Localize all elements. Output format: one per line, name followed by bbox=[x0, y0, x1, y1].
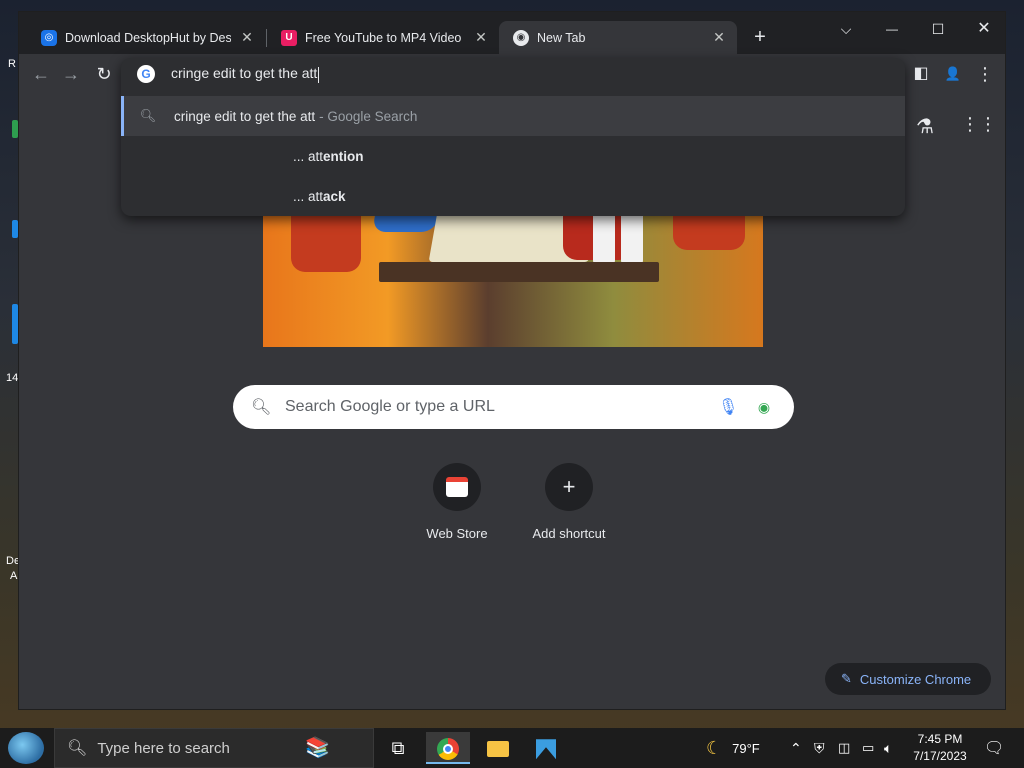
customize-label: Customize Chrome bbox=[859, 671, 972, 687]
customize-chrome-button[interactable]: ✎ Customize Chrome bbox=[825, 663, 991, 695]
youtube-converter-icon: U bbox=[281, 29, 297, 46]
suggestion-attention[interactable]: ... att ention bbox=[121, 136, 905, 176]
suggestion-search[interactable]: 🔍︎ cringe edit to get the att - Google S… bbox=[121, 96, 905, 136]
suggestion-description: - Google Search bbox=[319, 108, 418, 124]
search-highlight-icon: 📚 bbox=[305, 737, 330, 759]
moon-icon: ☾ bbox=[706, 737, 723, 758]
tab-strip: ◎ Download DesktopHut by Desktop ✕ U Fre… bbox=[19, 12, 1005, 54]
tab-new-tab[interactable]: ◉ New Tab ✕ bbox=[499, 21, 737, 54]
tab-youtube-converter[interactable]: U Free YouTube to MP4 Video Dow ✕ bbox=[267, 21, 499, 54]
close-icon[interactable]: ✕ bbox=[473, 29, 489, 46]
volume-muted-icon[interactable]: 🔈︎ bbox=[884, 728, 892, 768]
start-button[interactable] bbox=[8, 732, 44, 764]
shortcut-label: Web Store bbox=[426, 526, 488, 541]
profile-button[interactable]: 👤 bbox=[941, 62, 965, 86]
chrome-window: ◎ Download DesktopHut by Desktop ✕ U Fre… bbox=[18, 11, 1006, 710]
pencil-icon: ✎ bbox=[841, 671, 852, 686]
video-editor-icon[interactable] bbox=[524, 732, 568, 764]
microphone-icon[interactable]: 🎙︎ bbox=[718, 397, 738, 417]
chrome-icon[interactable] bbox=[426, 732, 470, 764]
desktop-icon[interactable] bbox=[0, 304, 18, 344]
task-view-icon[interactable]: ⧉ bbox=[376, 732, 420, 764]
network-icon[interactable]: ▭ bbox=[862, 728, 874, 768]
reload-button[interactable]: ↻ bbox=[92, 62, 116, 86]
omnibox-dropdown: G cringe edit to get the att 🔍︎ cringe e… bbox=[121, 58, 905, 216]
apps-grid-icon[interactable]: ⋮⋮⋮ bbox=[961, 114, 1005, 138]
taskbar-search-placeholder: Type here to search bbox=[97, 739, 230, 757]
doodle-shape bbox=[379, 262, 659, 282]
forward-button[interactable]: → bbox=[59, 62, 83, 86]
tab-search-button[interactable]: ⌵ bbox=[823, 16, 869, 44]
security-icon[interactable]: ⛨ bbox=[814, 728, 825, 768]
web-store-icon bbox=[433, 463, 481, 511]
close-icon[interactable]: ✕ bbox=[239, 29, 255, 46]
weather-widget[interactable]: ☾ 79°F bbox=[706, 728, 760, 768]
suggestion-prefix: ... att bbox=[293, 188, 324, 204]
flask-icon[interactable]: ⚗ bbox=[913, 114, 937, 138]
google-icon: G bbox=[137, 65, 155, 83]
clock-date: 7/17/2023 bbox=[913, 749, 967, 763]
window-close-button[interactable]: ✕ bbox=[961, 16, 1005, 44]
suggestion-completion: ack bbox=[323, 188, 346, 204]
address-bar[interactable]: G cringe edit to get the att bbox=[121, 58, 905, 90]
weather-temp: 79°F bbox=[732, 740, 760, 756]
meet-now-icon[interactable]: ◫ bbox=[838, 728, 850, 768]
desktop-icon[interactable] bbox=[0, 220, 18, 238]
taskbar: 🔍︎ Type here to search 📚 ⧉ ☾ 79°F ⌃ ⛨ ◫ … bbox=[0, 728, 1024, 768]
plus-icon: + bbox=[545, 463, 593, 511]
search-icon: 🔍︎ bbox=[139, 108, 157, 123]
google-lens-icon[interactable]: ◉ bbox=[754, 399, 774, 416]
address-bar-text[interactable]: cringe edit to get the att bbox=[171, 65, 320, 83]
chrome-menu-button[interactable]: ⋮ bbox=[973, 62, 997, 86]
minimize-button[interactable]: — bbox=[869, 16, 915, 44]
search-icon: 🔍︎ bbox=[251, 399, 272, 416]
suggestion-prefix: ... att bbox=[293, 148, 324, 164]
desktophut-icon: ◎ bbox=[41, 29, 57, 46]
search-icon: 🔍︎ bbox=[67, 740, 88, 757]
tab-title: Free YouTube to MP4 Video Dow bbox=[305, 30, 465, 45]
clock-time: 7:45 PM bbox=[917, 732, 963, 746]
show-hidden-icons-button[interactable]: ⌃ bbox=[790, 728, 802, 768]
desktop-icon[interactable] bbox=[0, 120, 18, 138]
notifications-icon[interactable]: 🗨︎ bbox=[984, 728, 1004, 768]
new-tab-button[interactable]: + bbox=[749, 26, 771, 48]
tab-title: Download DesktopHut by Desktop bbox=[65, 30, 231, 45]
suggestion-completion: ention bbox=[323, 148, 364, 164]
tab-desktophut[interactable]: ◎ Download DesktopHut by Desktop ✕ bbox=[27, 21, 265, 54]
close-icon[interactable]: ✕ bbox=[711, 29, 727, 46]
shortcut-label: Add shortcut bbox=[532, 526, 606, 541]
back-button[interactable]: ← bbox=[29, 62, 53, 86]
side-panel-button[interactable]: ◧ bbox=[909, 62, 933, 86]
system-clock[interactable]: 7:45 PM 7/17/2023 bbox=[904, 731, 976, 765]
suggestion-attack[interactable]: ... att ack bbox=[121, 176, 905, 216]
maximize-button[interactable]: ☐ bbox=[915, 16, 961, 44]
tab-title: New Tab bbox=[537, 30, 586, 45]
shortcut-add[interactable]: + Add shortcut bbox=[513, 463, 625, 541]
ntp-search-input[interactable] bbox=[285, 398, 718, 416]
file-explorer-icon[interactable] bbox=[476, 732, 520, 764]
ntp-search-box[interactable]: 🔍︎ 🎙︎ ◉ bbox=[233, 385, 794, 429]
taskbar-search-box[interactable]: 🔍︎ Type here to search 📚 bbox=[54, 728, 374, 768]
shortcut-web-store[interactable]: Web Store bbox=[401, 463, 513, 541]
chrome-icon: ◉ bbox=[513, 29, 529, 46]
suggestion-text: cringe edit to get the att bbox=[174, 108, 316, 124]
